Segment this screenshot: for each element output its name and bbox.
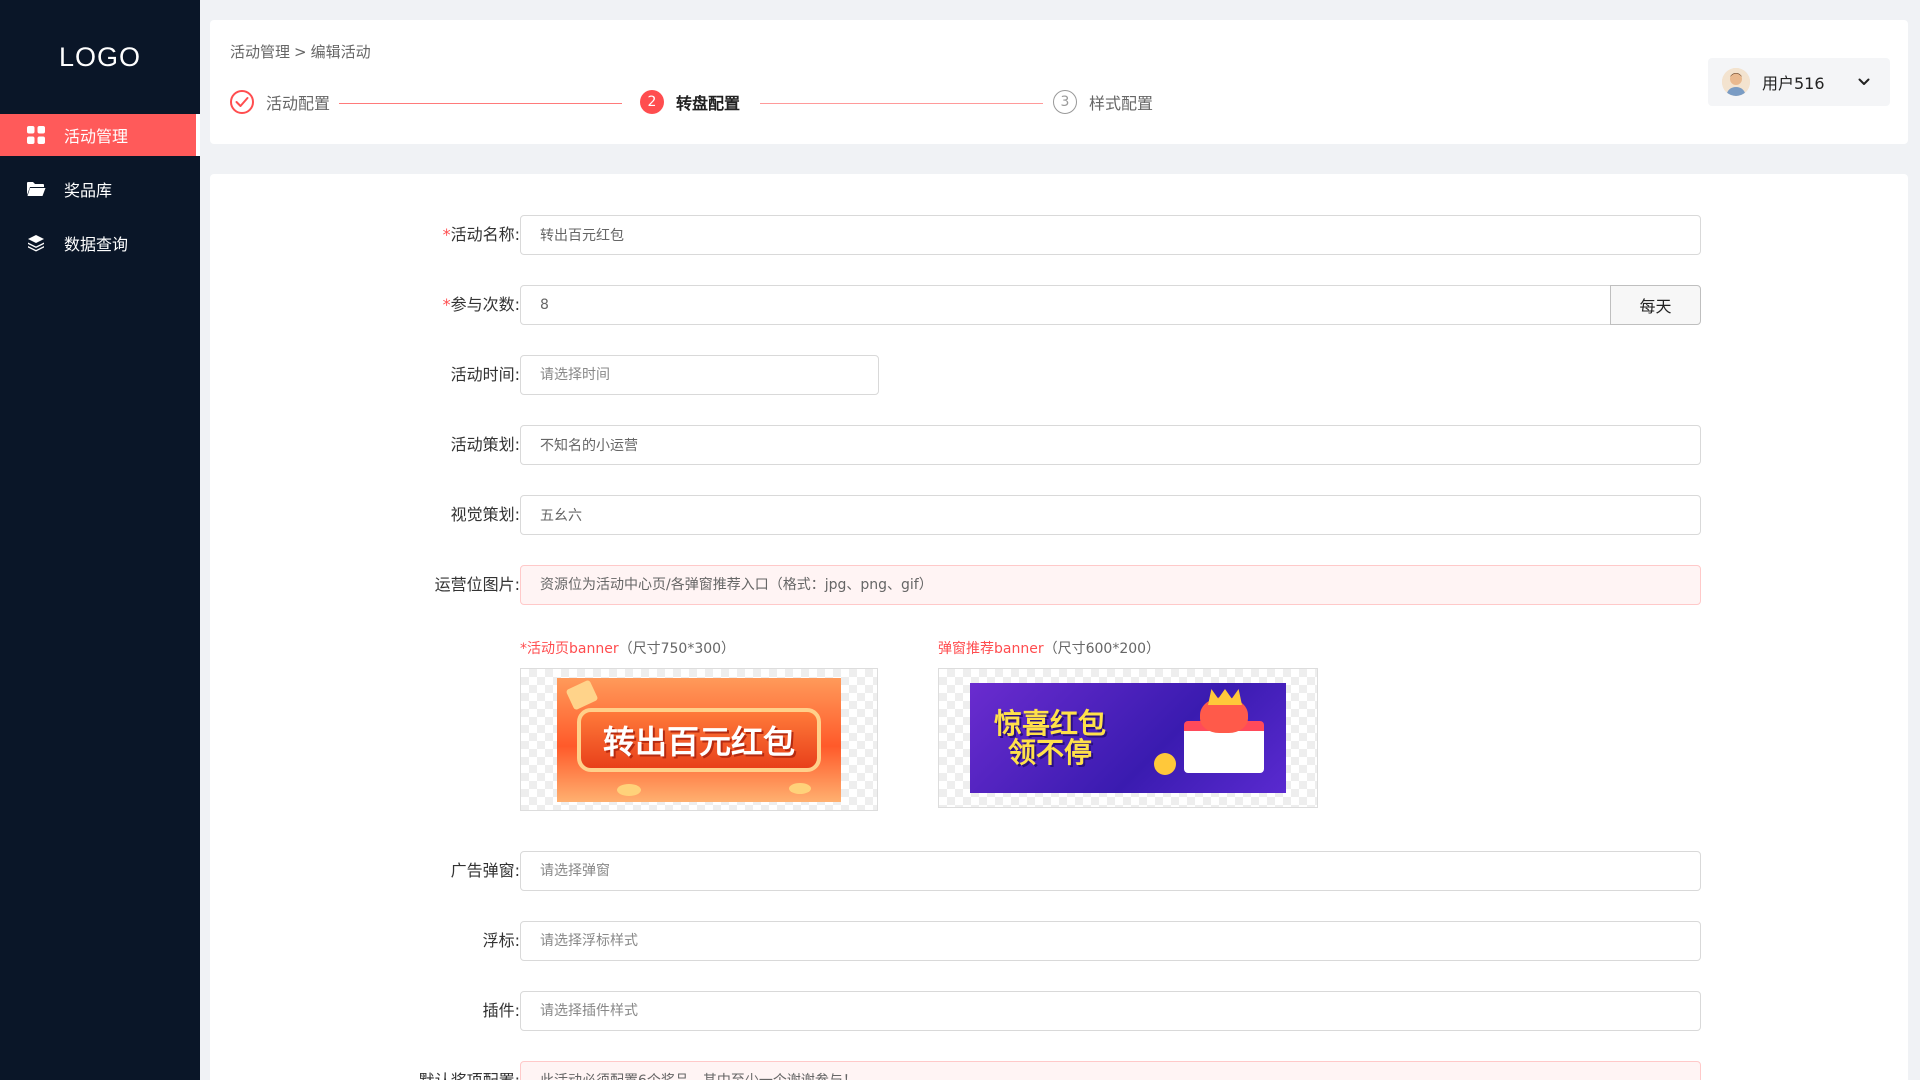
sidebar-item-data-query[interactable]: 数据查询 [0,222,200,264]
header: 活动管理 > 编辑活动 活动配置 2 转盘配置 3 样式配置 用户516 [210,20,1908,144]
breadcrumb-item-edit-activity: 编辑活动 [310,43,371,61]
float-select[interactable] [520,921,1701,961]
activity-name-label: 活动名称: [450,225,520,244]
step-number: 2 [640,90,664,114]
step-connector [339,103,622,104]
planner-input[interactable] [520,425,1701,465]
period-button[interactable]: 每天 [1610,285,1701,325]
activity-time-picker[interactable] [520,355,879,395]
avatar [1722,68,1750,96]
form-row-default-prize: 默认奖项配置: 此活动必须配置6个奖品，其中至少一个谢谢参与！ [210,1061,1908,1080]
popup-banner-text-1: 惊喜红包 [994,706,1107,740]
ad-popup-select[interactable] [520,851,1701,891]
default-prize-label: 默认奖项配置: [419,1061,520,1080]
step-label: 活动配置 [266,94,331,113]
popup-banner-label: 弹窗推荐banner（尺寸600*200） [938,641,1161,657]
activity-banner-label: *活动页banner（尺寸750*300） [520,641,736,657]
visual-label: 视觉策划: [450,505,520,524]
default-prize-hint: 此活动必须配置6个奖品，其中至少一个谢谢参与！ [520,1061,1701,1080]
check-icon [230,90,254,114]
user-name: 用户516 [1762,74,1825,93]
participation-label: 参与次数: [450,295,520,314]
chevron-down-icon [1856,74,1872,90]
step-connector [760,103,1043,104]
float-label: 浮标: [482,931,520,950]
form-row-plugin: 插件: [210,991,1908,1031]
form-row-visual: 视觉策划: [210,495,1908,535]
logo: LOGO [58,41,142,72]
step-style-config[interactable]: 3 样式配置 [1053,90,1153,114]
popup-banner-upload[interactable]: 惊喜红包 领不停 [938,668,1318,808]
participation-count-input[interactable] [520,285,1611,325]
ad-popup-label: 广告弹窗: [450,861,520,880]
step-number: 3 [1053,90,1077,114]
form-row-ops-image: 运营位图片: 资源位为活动中心页/各弹窗推荐入口（格式：jpg、png、gif） [210,565,1908,605]
form-row-participation: *参与次数: 每天 [210,285,1908,325]
step-wheel-config[interactable]: 2 转盘配置 [640,90,740,114]
sidebar-item-activity-management[interactable]: 活动管理 [0,114,200,156]
step-label: 转盘配置 [676,94,741,113]
ops-image-hint: 资源位为活动中心页/各弹窗推荐入口（格式：jpg、png、gif） [520,565,1701,605]
layers-icon [26,233,46,253]
sidebar-item-prize-library[interactable]: 奖品库 [0,168,200,210]
form-row-activity-time: 活动时间: [210,355,1908,395]
popup-banner-text-2: 领不停 [1008,736,1093,769]
activity-time-label: 活动时间: [450,365,520,384]
ops-image-label: 运营位图片: [434,575,520,594]
breadcrumb-item-activity-management[interactable]: 活动管理 [230,43,290,61]
breadcrumb-separator: > [294,43,307,61]
user-menu[interactable]: 用户516 [1708,58,1890,106]
steps: 活动配置 2 转盘配置 3 样式配置 [230,90,1230,116]
sidebar: LOGO 活动管理 奖品库 数据查询 [0,0,200,1080]
popup-banner-image: 惊喜红包 领不停 [970,683,1286,793]
form-card: *活动名称: *参与次数: 每天 活动时间: 活动策划: 视觉策划: 运营位图片… [210,174,1908,1080]
sidebar-item-label: 数据查询 [64,235,129,254]
form-row-ad-popup: 广告弹窗: [210,851,1908,891]
grid-icon [26,125,46,145]
planner-label: 活动策划: [450,435,520,454]
breadcrumb: 活动管理 > 编辑活动 [230,41,371,62]
visual-designer-input[interactable] [520,495,1701,535]
step-label: 样式配置 [1089,94,1154,113]
sidebar-item-label: 活动管理 [64,127,129,146]
step-activity-config[interactable]: 活动配置 [230,90,330,114]
activity-banner-image: 转出百元红包 [557,678,841,802]
folder-icon [26,179,46,199]
activity-banner-upload[interactable]: 转出百元红包 [520,668,878,811]
plugin-select[interactable] [520,991,1701,1031]
form-row-planner: 活动策划: [210,425,1908,465]
sidebar-item-label: 奖品库 [64,181,113,200]
form-row-float: 浮标: [210,921,1908,961]
activity-name-input[interactable] [520,215,1701,255]
activity-banner-text: 转出百元红包 [602,723,795,761]
plugin-label: 插件: [482,1001,520,1020]
form-row-activity-name: *活动名称: [210,215,1908,255]
